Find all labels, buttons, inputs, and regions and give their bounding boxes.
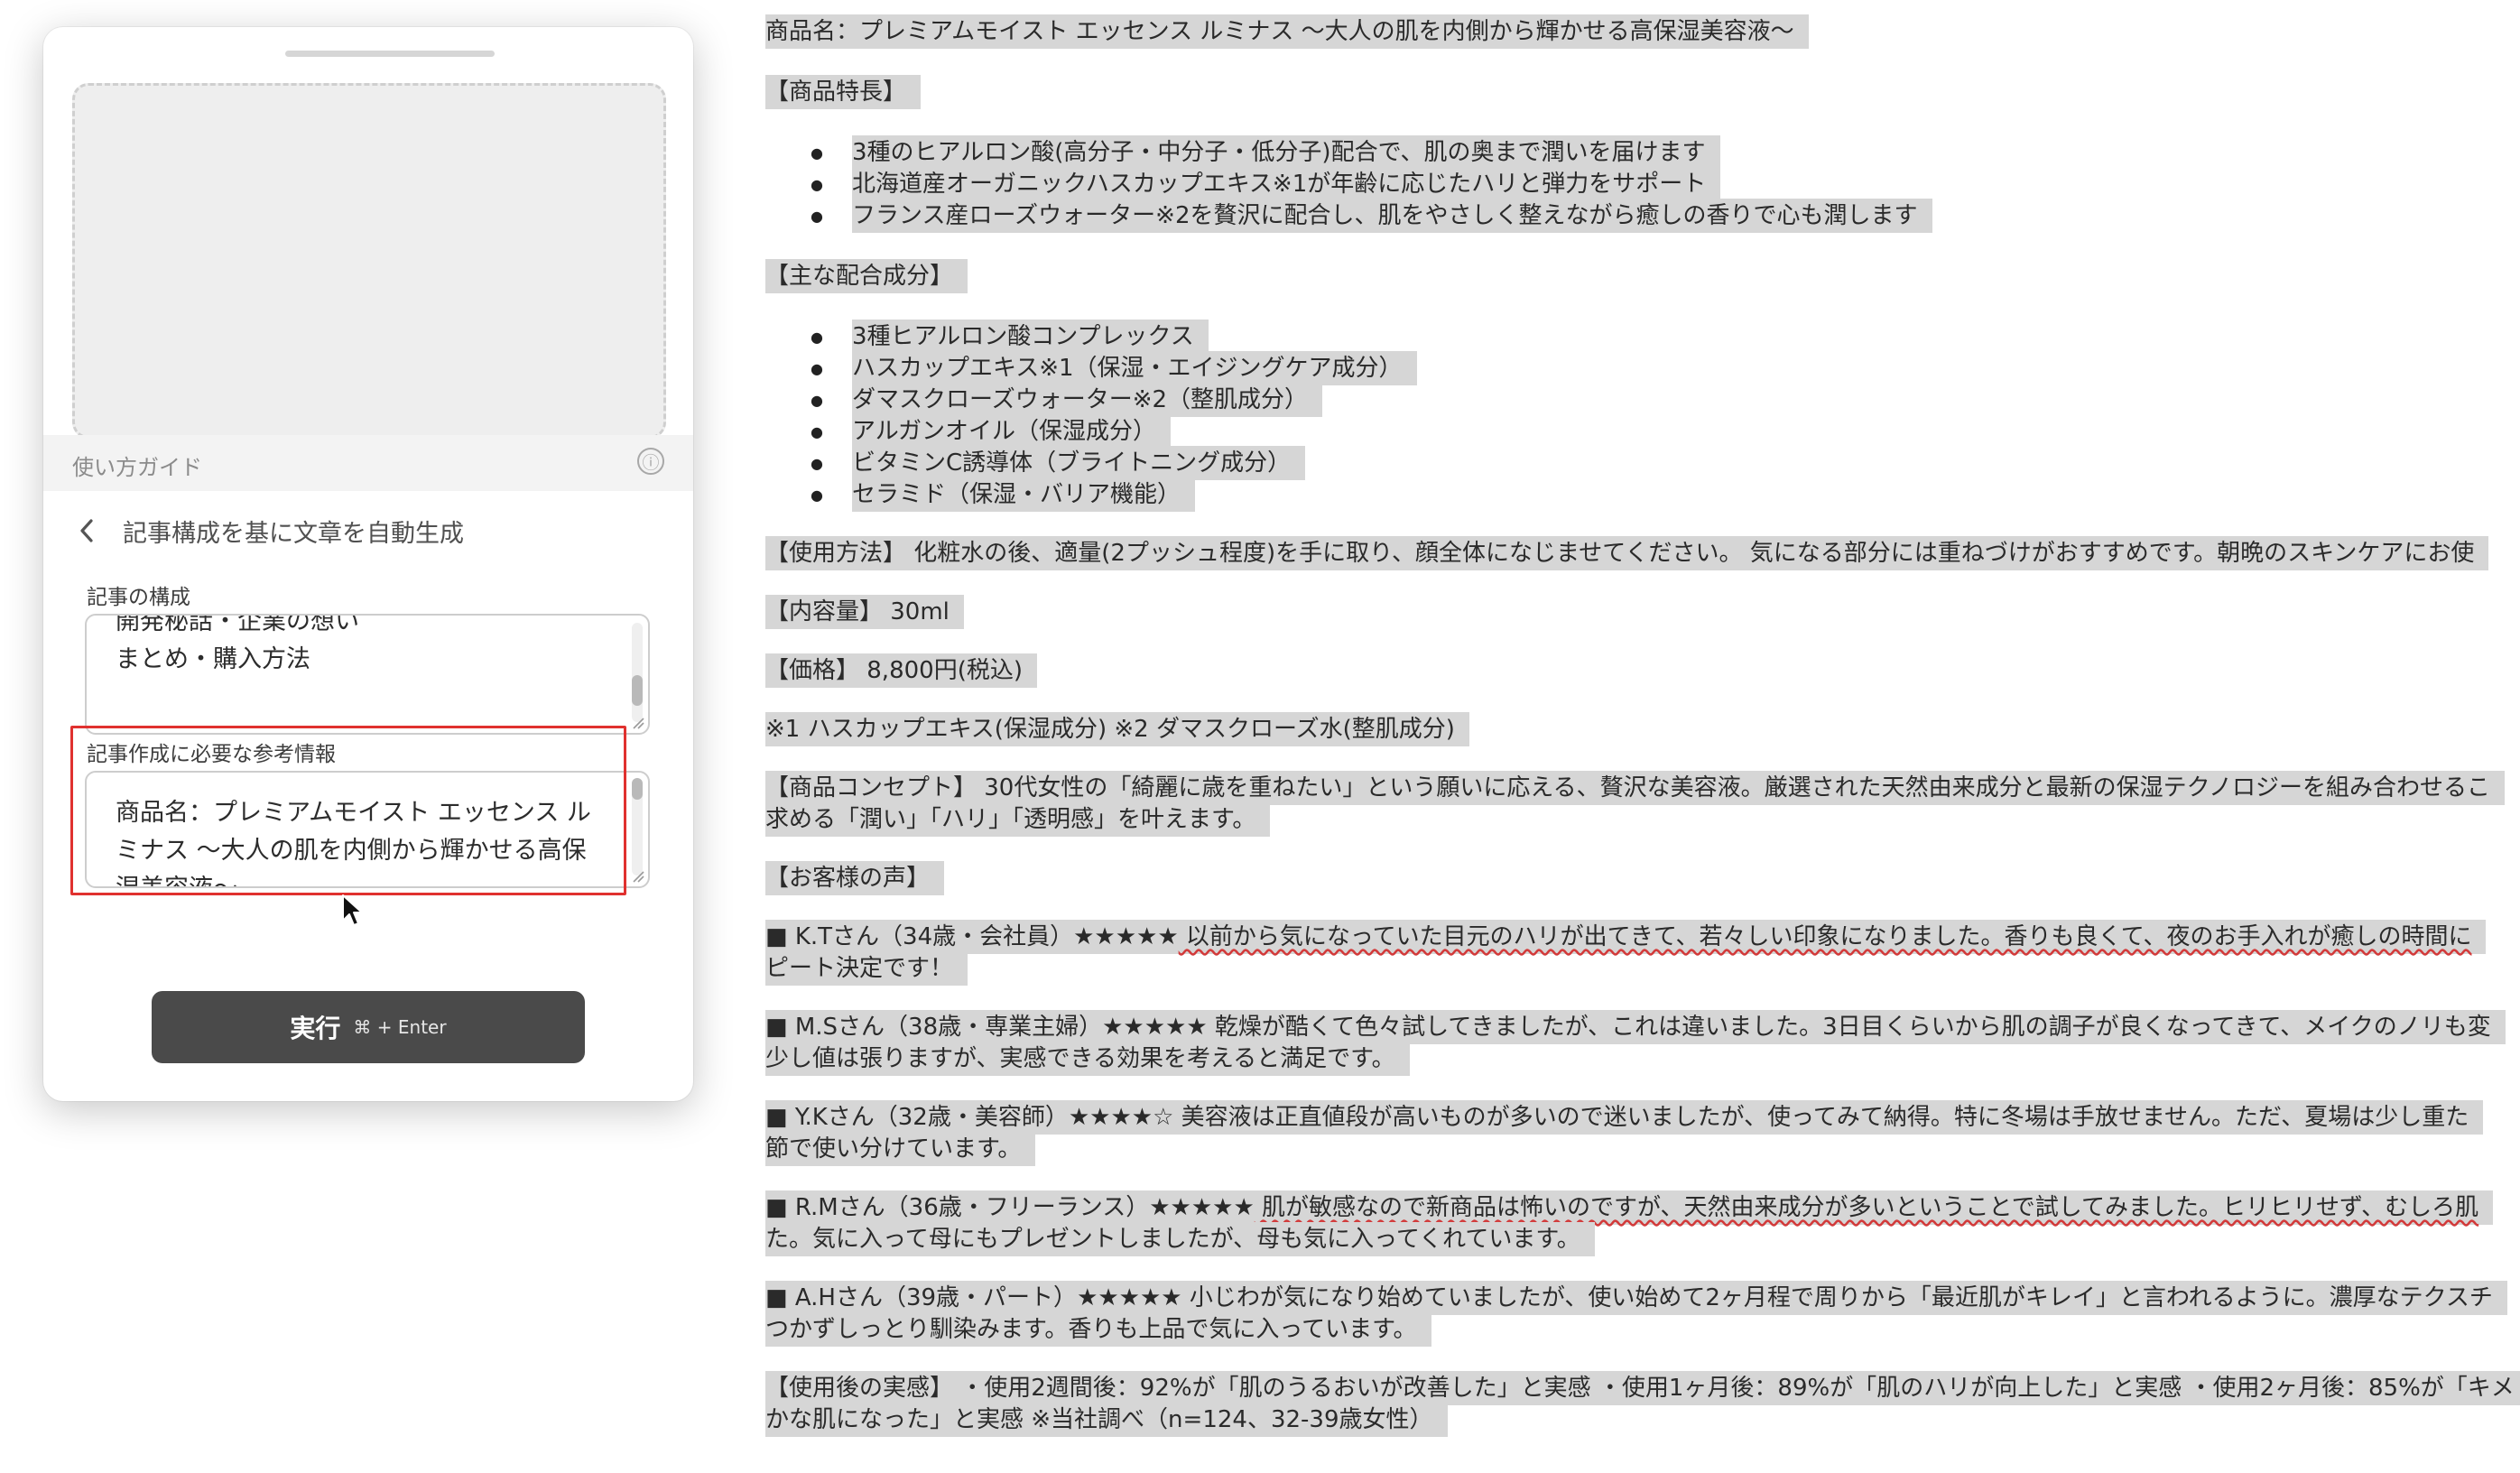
structure-scrollbar-thumb[interactable] xyxy=(632,675,643,706)
voices-heading: 【お客様の声】 xyxy=(765,861,945,895)
review-text-cont: 節で使い分けています。 xyxy=(765,1132,1036,1166)
volume-text: 【内容量】 30ml xyxy=(765,595,964,629)
ingredients-heading: 【主な配合成分】 xyxy=(765,259,968,293)
resize-grip-icon[interactable] xyxy=(630,715,644,729)
star-rating: ★★★★★ xyxy=(1149,1194,1255,1221)
focus-highlight-box xyxy=(70,726,626,895)
review-item: ■ R.Mさん（36歳・フリーランス）★★★★★ 肌が敏感なので新商品は怖いので… xyxy=(765,1190,2520,1225)
ingredient-text: セラミド（保湿・バリア機能） xyxy=(852,477,1196,512)
after-use-text-cont: かな肌になった」と実感 ※当社調べ（n=124、32-39歳女性） xyxy=(765,1403,1448,1437)
run-button-label: 実行 xyxy=(290,1014,341,1043)
section-title: 記事構成を基に文章を自動生成 xyxy=(123,519,464,548)
list-item: ダマスクローズウォーター※2（整肌成分） xyxy=(765,383,2520,417)
review-author: ■ R.Mさん（36歳・フリーランス） xyxy=(765,1194,1150,1221)
feature-text: 3種のヒアルロン酸(高分子・中分子・低分子)配合で、肌の奥まで潤いを届けます xyxy=(852,135,1720,170)
notes-text: ※1 ハスカップエキス(保湿成分) ※2 ダマスクローズ水(整肌成分) xyxy=(765,712,1469,746)
review-author: ■ K.Tさん（34歳・会社員） xyxy=(765,923,1074,950)
concept-text-cont: 求める「潤い」「ハリ」「透明感」を叶えます。 xyxy=(765,802,1271,837)
star-rating: ★★★★★ xyxy=(1102,1014,1208,1041)
review-item: ■ A.Hさん（39歳・パート）★★★★★ 小じわが気になり始めていましたが、使… xyxy=(765,1281,2520,1315)
list-item: 3種のヒアルロン酸(高分子・中分子・低分子)配合で、肌の奥まで潤いを届けます xyxy=(765,135,2520,170)
price-text: 【価格】 8,800円(税込) xyxy=(765,653,1037,688)
feature-text: 北海道産オーガニックハスカップエキス※1が年齢に応じたハリと弾力をサポート xyxy=(852,167,1721,201)
usage-text: 【使用方法】 化粧水の後、適量(2プッシュ程度)を手に取り、顔全体になじませてく… xyxy=(765,536,2489,570)
ingredient-text: アルガンオイル（保湿成分） xyxy=(852,414,1171,449)
reference-scrollbar-thumb[interactable] xyxy=(632,778,643,800)
review-item: ■ M.Sさん（38歳・専業主婦）★★★★★ 乾燥が酷くて色々試してきましたが、… xyxy=(765,1010,2520,1044)
info-icon[interactable]: ⓘ xyxy=(637,448,664,475)
ingredient-text: 3種ヒアルロン酸コンプレックス xyxy=(852,320,1209,354)
concept-text: 【商品コンセプト】 30代女性の「綺麗に歳を重ねたい」という願いに応える、贅沢な… xyxy=(765,771,2506,805)
document-content: 商品名：プレミアムモイスト エッセンス ルミナス 〜大人の肌を内側から輝かせる高… xyxy=(765,7,2520,1437)
review-author: ■ Y.Kさん（32歳・美容師） xyxy=(765,1104,1069,1131)
chevron-left-icon[interactable] xyxy=(79,513,105,549)
review-author: ■ A.Hさん（39歳・パート） xyxy=(765,1284,1078,1311)
product-title-text: 商品名：プレミアムモイスト エッセンス ルミナス 〜大人の肌を内側から輝かせる高… xyxy=(765,14,1809,49)
review-text: 美容液は正直値段が高いものが多いので迷いましたが、使ってみて納得。特に冬場は手放… xyxy=(1173,1104,2469,1131)
list-item: フランス産ローズウォーター※2を贅沢に配合し、肌をやさしく整えながら癒しの香りで… xyxy=(765,199,2520,233)
review-author: ■ M.Sさん（38歳・専業主婦） xyxy=(765,1014,1103,1041)
review-text: 小じわが気になり始めていましたが、使い始めて2ヶ月程で周りから「最近肌がキレイ」… xyxy=(1181,1284,2493,1311)
review-text: 乾燥が酷くて色々試してきましたが、これは違いました。3日目くらいから肌の調子が良… xyxy=(1207,1014,2491,1041)
usage-guide-bar[interactable]: 使い方ガイド ⓘ xyxy=(43,435,693,491)
list-item: 北海道産オーガニックハスカップエキス※1が年齢に応じたハリと弾力をサポート xyxy=(765,167,2520,201)
structure-label: 記事の構成 xyxy=(87,586,190,609)
after-use-text: 【使用後の実感】 ・使用2週間後：92%が「肌のうるおいが改善した」と実感 ・使… xyxy=(765,1371,2520,1405)
review-item: ■ K.Tさん（34歳・会社員）★★★★★ 以前から気になっていた目元のハリが出… xyxy=(765,920,2520,954)
list-item: ビタミンC誘導体（ブライトニング成分） xyxy=(765,446,2520,480)
resize-grip-icon[interactable] xyxy=(630,868,644,883)
drag-handle[interactable] xyxy=(285,51,495,57)
review-item: ■ Y.Kさん（32歳・美容師）★★★★☆ 美容液は正直値段が高いものが多いので… xyxy=(765,1100,2520,1135)
review-text: 肌が敏感なので新商品は怖いのですが、天然由来成分が多いということで試してみました… xyxy=(1254,1194,2479,1221)
ingredient-text: ハスカップエキス※1（保湿・エイジングケア成分） xyxy=(852,351,1417,385)
review-text: 以前から気になっていた目元のハリが出てきて、若々しい印象になりました。香りも良く… xyxy=(1178,923,2472,950)
review-text-cont: 少し値は張りますが、実感できる効果を考えると満足です。 xyxy=(765,1042,1410,1076)
run-button[interactable]: 実行 ⌘ + Enter xyxy=(152,991,585,1063)
star-rating: ★★★★★ xyxy=(1073,923,1179,950)
list-item: セラミド（保湿・バリア機能） xyxy=(765,477,2520,512)
usage-guide-label: 使い方ガイド xyxy=(72,455,202,480)
run-shortcut-hint: ⌘ + Enter xyxy=(353,1016,447,1038)
list-item: 3種ヒアルロン酸コンプレックス xyxy=(765,320,2520,354)
review-text-cont: ピート決定です！ xyxy=(765,951,968,986)
upload-dropzone[interactable] xyxy=(72,83,666,439)
structure-text: 開発秘話・企業の想い まとめ・購入方法 xyxy=(116,614,359,673)
list-item: アルガンオイル（保湿成分） xyxy=(765,414,2520,449)
structure-textarea[interactable]: 開発秘話・企業の想い まとめ・購入方法 xyxy=(85,614,650,735)
review-text-cont: つかずしっとり馴染みます。香りも上品で気に入っています。 xyxy=(765,1312,1431,1347)
review-text-cont: た。気に入って母にもプレゼントしましたが、母も気に入ってくれています。 xyxy=(765,1222,1595,1256)
list-item: ハスカップエキス※1（保湿・エイジングケア成分） xyxy=(765,351,2520,385)
back-row: 記事構成を基に文章を自動生成 xyxy=(79,505,464,556)
mouse-pointer-icon xyxy=(342,894,363,926)
structure-scrollbar-track[interactable] xyxy=(632,623,643,722)
star-rating: ★★★★★ xyxy=(1077,1284,1182,1311)
generator-panel: 使い方ガイド ⓘ 記事構成を基に文章を自動生成 記事の構成 開発秘話・企業の想い… xyxy=(43,27,693,1101)
feature-text: フランス産ローズウォーター※2を贅沢に配合し、肌をやさしく整えながら癒しの香りで… xyxy=(852,199,1932,233)
product-title: 商品名：プレミアムモイスト エッセンス ルミナス 〜大人の肌を内側から輝かせる高… xyxy=(765,14,2520,49)
ingredient-text: ダマスクローズウォーター※2（整肌成分） xyxy=(852,383,1323,417)
ingredient-text: ビタミンC誘導体（ブライトニング成分） xyxy=(852,446,1306,480)
star-rating: ★★★★☆ xyxy=(1068,1104,1174,1131)
features-heading: 【商品特長】 xyxy=(765,75,922,109)
